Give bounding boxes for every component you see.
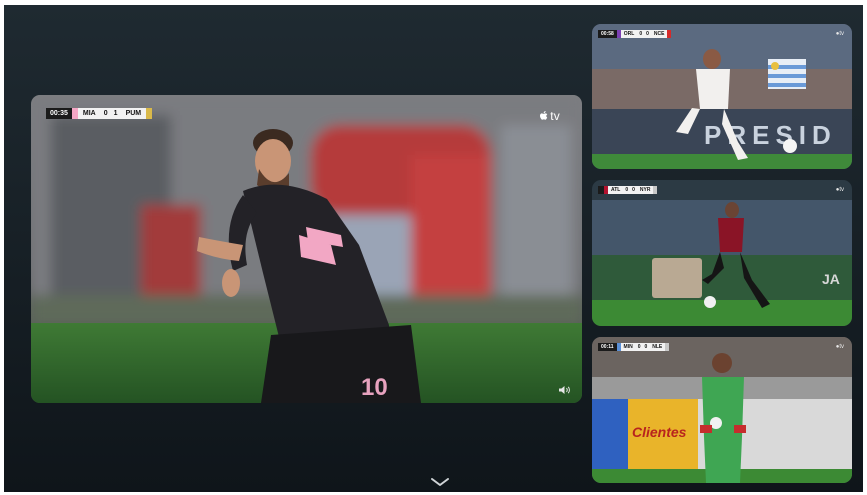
away-team-color-chip-2 xyxy=(653,186,658,194)
away-team-color-chip-3 xyxy=(665,343,670,351)
home-team-name: MIA xyxy=(77,108,101,119)
jersey-number: 10 xyxy=(361,374,388,401)
broadcaster-label-1: tv xyxy=(839,31,844,37)
scoreboard-overlay-2: ATL 0 0 NYR xyxy=(598,186,658,194)
home-team-name-1: ORL xyxy=(620,30,638,38)
away-team-color-chip-1 xyxy=(667,30,672,38)
apple-tv-logo-2: ●tv xyxy=(836,187,844,193)
main-video-player[interactable]: 10 00:35 MIA 0 1 PUM tv xyxy=(31,95,582,403)
away-team-name-1: NCE xyxy=(650,30,668,38)
scoreboard-overlay: 00:35 MIA 0 1 PUM xyxy=(46,108,153,119)
apple-icon xyxy=(540,111,548,120)
away-team-score-1: 0 xyxy=(644,30,651,38)
away-team-name: PUM xyxy=(120,108,147,119)
advertising-board-text: JA xyxy=(822,271,840,287)
away-team-score-3: 0 xyxy=(642,343,650,351)
scoreboard-overlay-1: 00:58 ORL 0 0 NCE xyxy=(598,30,672,38)
home-team-score-3: 0 xyxy=(635,343,643,351)
away-team-score: 1 xyxy=(110,108,121,119)
advertising-board-text: Clientes xyxy=(632,424,687,440)
broadcaster-label: tv xyxy=(550,109,560,123)
side-video-player-1[interactable]: PRESID 00:58 ORL 0 0 NCE ●tv xyxy=(592,24,852,169)
match-clock-3: 00:11 xyxy=(598,343,617,351)
main-video-frame: 10 xyxy=(31,95,582,403)
match-clock-1: 00:58 xyxy=(598,30,617,38)
away-team-color-chip xyxy=(146,108,153,119)
away-team-name-2: NYR xyxy=(636,186,654,194)
side-video-frame-1: PRESID xyxy=(592,24,852,169)
apple-tv-logo: tv xyxy=(538,109,560,123)
home-team-score-1: 0 xyxy=(637,30,645,38)
side-video-frame-3: Clientes xyxy=(592,337,852,483)
broadcaster-label-2: tv xyxy=(839,187,844,193)
home-team-name-2: ATL xyxy=(608,186,624,194)
home-team-score-2: 0 xyxy=(623,186,631,194)
away-team-name-3: NLE xyxy=(649,343,666,351)
side-video-player-2[interactable]: JA ATL 0 0 NYR ●tv xyxy=(592,180,852,326)
away-team-score-2: 0 xyxy=(630,186,637,194)
speaker-icon[interactable] xyxy=(558,385,572,395)
broadcaster-label-3: tv xyxy=(839,344,844,350)
side-video-player-3[interactable]: Clientes 00:11 MIN 0 0 NLE ●tv xyxy=(592,337,852,483)
home-team-name-3: MIN xyxy=(620,343,636,351)
match-clock: 00:35 xyxy=(46,108,72,119)
apple-tv-logo-1: ●tv xyxy=(836,31,844,37)
apple-tv-logo-3: ●tv xyxy=(836,344,844,350)
multiview-screen: 10 00:35 MIA 0 1 PUM tv PRESID 00:58 ORL… xyxy=(4,5,863,492)
home-team-score: 0 xyxy=(100,108,111,119)
scoreboard-overlay-3: 00:11 MIN 0 0 NLE xyxy=(598,343,670,351)
side-video-frame-2: JA xyxy=(592,180,852,326)
chevron-down-icon[interactable] xyxy=(429,477,451,487)
